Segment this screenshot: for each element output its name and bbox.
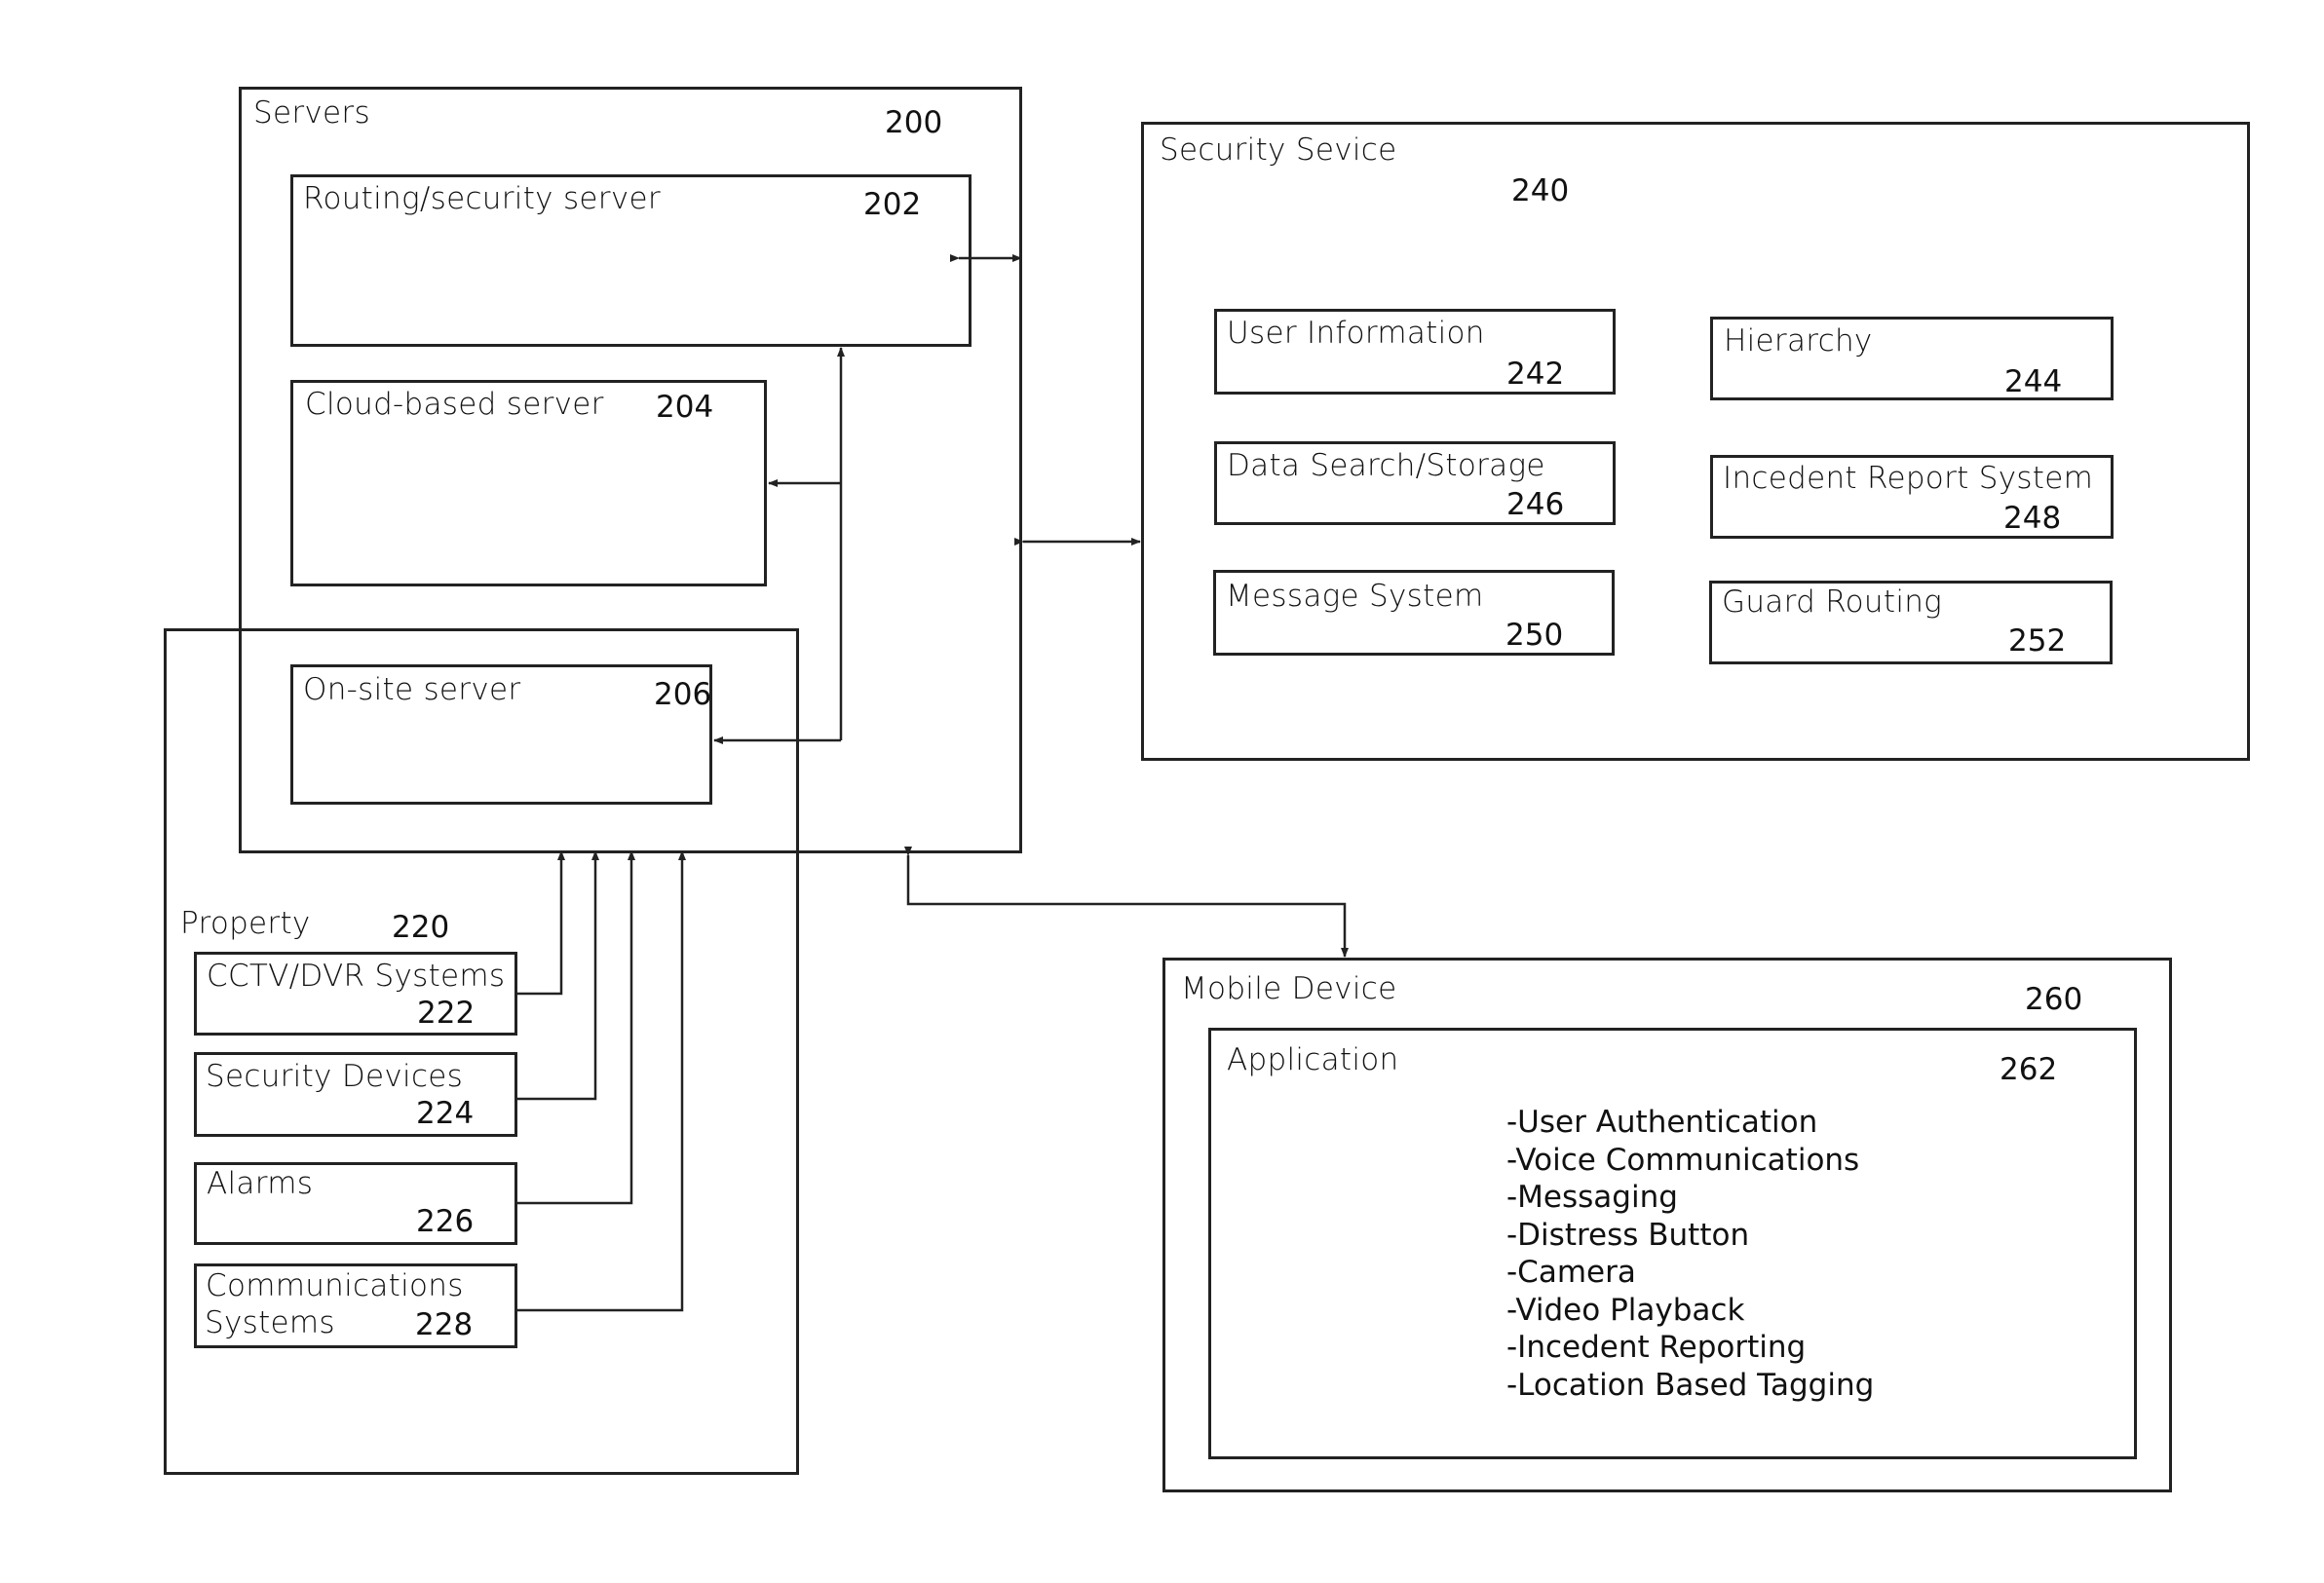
- hierarchy-ref: 244: [2004, 364, 2063, 399]
- user-information-title: User Information: [1227, 316, 1485, 351]
- cloud-server-title: Cloud-based server: [305, 387, 604, 422]
- communications-systems-title: Communications: [206, 1268, 464, 1303]
- property-ref: 220: [392, 910, 450, 945]
- property-title: Property: [180, 906, 311, 941]
- mobile-device-title: Mobile Device: [1181, 971, 1397, 1006]
- guard-routing-ref: 252: [2008, 623, 2067, 659]
- feature-item: -Messaging: [1506, 1180, 1678, 1215]
- feature-item: -Incedent Reporting: [1506, 1330, 1807, 1365]
- feature-item: -Location Based Tagging: [1506, 1367, 1875, 1403]
- security-devices-title: Security Devices: [206, 1059, 464, 1094]
- routing-server-title: Routing/security server: [303, 181, 661, 216]
- security-service-title: Security Sevice: [1160, 132, 1397, 168]
- servers-title: Servers: [253, 95, 370, 131]
- guard-routing-title: Guard Routing: [1722, 584, 1943, 620]
- feature-item: -User Authentication: [1506, 1105, 1818, 1140]
- user-information-ref: 242: [1506, 357, 1565, 392]
- security-devices-ref: 224: [416, 1096, 475, 1131]
- routing-server-ref: 202: [863, 187, 922, 222]
- feature-item: -Video Playback: [1506, 1292, 1745, 1328]
- application-ref: 262: [2000, 1052, 2058, 1087]
- security-service-ref: 240: [1511, 173, 1570, 208]
- servers-ref: 200: [885, 105, 943, 140]
- communications-systems-ref: 228: [415, 1307, 474, 1342]
- feature-item: -Distress Button: [1506, 1217, 1750, 1253]
- onsite-server-ref: 206: [654, 677, 712, 712]
- application-feature-list: -User Authentication -Voice Communicatio…: [1506, 1104, 1874, 1404]
- cctv-dvr-title: CCTV/DVR Systems: [207, 959, 506, 994]
- onsite-server-title: On-site server: [303, 672, 521, 707]
- feature-item: -Camera: [1506, 1255, 1636, 1290]
- incident-report-system-ref: 248: [2003, 501, 2062, 536]
- feature-item: -Voice Communications: [1506, 1142, 1860, 1178]
- alarms-title: Alarms: [207, 1166, 314, 1201]
- message-system-ref: 250: [1505, 618, 1564, 653]
- message-system-title: Message System: [1226, 579, 1484, 614]
- application-title: Application: [1227, 1042, 1399, 1077]
- incident-report-system-title: Incedent Report System: [1723, 461, 2094, 496]
- cloud-server-ref: 204: [656, 390, 714, 425]
- servers-to-mobile-arrow: [904, 847, 1349, 958]
- cctv-dvr-ref: 222: [417, 996, 476, 1031]
- mobile-device-ref: 260: [2025, 982, 2083, 1017]
- hierarchy-title: Hierarchy: [1724, 323, 1873, 358]
- data-search-storage-ref: 246: [1506, 487, 1565, 522]
- alarms-ref: 226: [416, 1204, 475, 1239]
- data-search-storage-title: Data Search/Storage: [1227, 448, 1545, 483]
- communications-systems-title-line2: Systems: [205, 1305, 335, 1340]
